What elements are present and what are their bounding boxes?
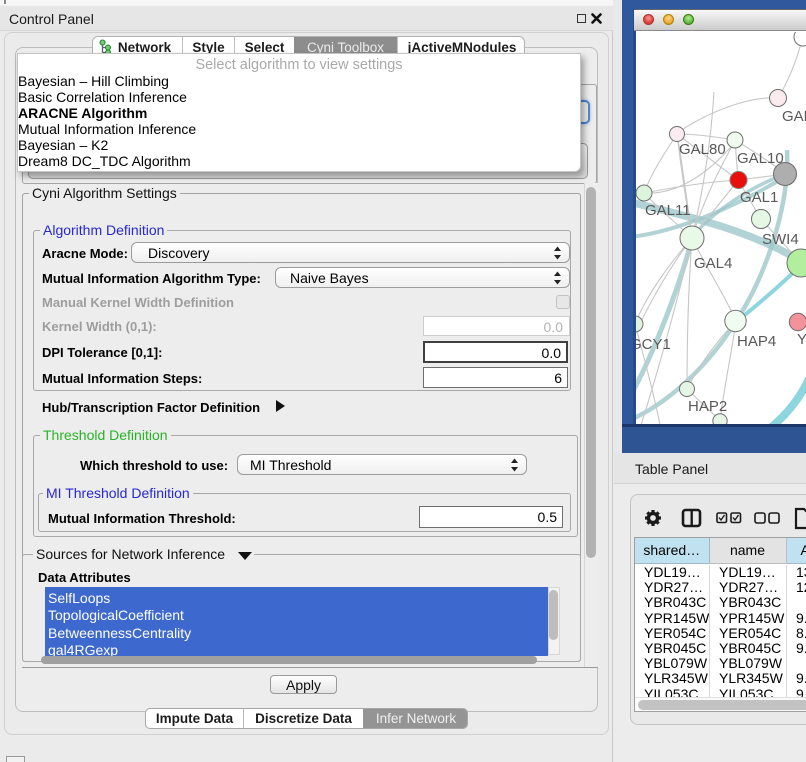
svg-text:GAL80: GAL80 (679, 141, 726, 158)
svg-text:GCY1: GCY1 (636, 336, 671, 353)
svg-text:GAL10: GAL10 (737, 150, 784, 167)
svg-text:HAP4: HAP4 (737, 333, 776, 350)
svg-text:GAL11: GAL11 (645, 202, 691, 219)
svg-text:GAL4: GAL4 (694, 255, 732, 272)
svg-text:SWI4: SWI4 (762, 231, 799, 248)
svg-text:HAP2: HAP2 (688, 398, 727, 415)
svg-text:GAL1: GAL1 (740, 189, 778, 206)
svg-text:Y: Y (797, 331, 806, 348)
svg-text:GAL2: GAL2 (782, 108, 806, 125)
